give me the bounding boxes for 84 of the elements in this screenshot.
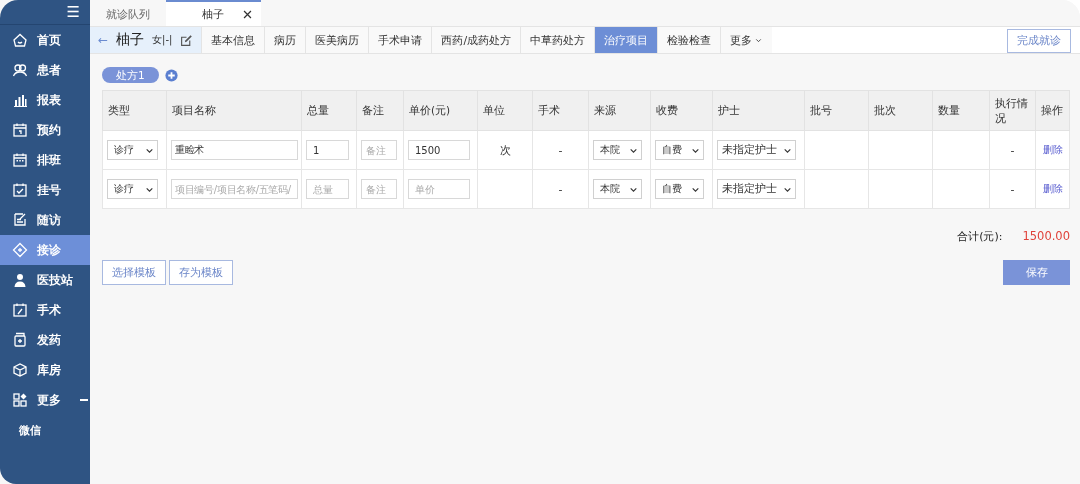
edit-icon: [180, 33, 194, 47]
sidebar-item[interactable]: 挂号: [0, 175, 90, 205]
box-icon: [12, 362, 28, 378]
input-field[interactable]: 单价: [408, 179, 470, 199]
calendar-grid-icon: [12, 152, 28, 168]
sidebar-item[interactable]: 库房: [0, 355, 90, 385]
sidebar-item[interactable]: 预约: [0, 115, 90, 145]
sidebar-item[interactable]: 患者: [0, 55, 90, 85]
dropdown[interactable]: 本院: [593, 140, 642, 160]
tab[interactable]: 中草药处方: [520, 27, 595, 53]
medicine-box-icon: [12, 332, 28, 348]
total-value: 1500.00: [1022, 229, 1070, 243]
tab[interactable]: 基本信息: [201, 27, 265, 53]
sidebar-item[interactable]: 医技站: [0, 265, 90, 295]
delete-link[interactable]: 删除: [1042, 183, 1063, 194]
column-header: 收费: [650, 90, 713, 131]
total-label: 合计(元):: [957, 228, 1003, 244]
column-header: 总量: [301, 90, 357, 131]
table-cell: -: [558, 143, 563, 157]
dropdown[interactable]: 自费: [655, 140, 704, 160]
column-header: 批次: [868, 90, 933, 131]
add-icon[interactable]: [164, 68, 178, 82]
finish-button[interactable]: 完成就诊: [1007, 28, 1071, 53]
dropdown[interactable]: 未指定护士: [717, 179, 796, 199]
tab[interactable]: 更多: [720, 27, 773, 53]
dropdown[interactable]: 本院: [593, 179, 642, 199]
calendar-edit-icon: [12, 302, 28, 318]
calendar-icon: [12, 122, 28, 138]
column-header: 单价(元): [403, 90, 478, 131]
tab[interactable]: 就诊队列: [90, 2, 166, 26]
table-cell: -: [558, 182, 563, 196]
sidebar-item[interactable]: 发药: [0, 325, 90, 355]
grid-icon: [12, 392, 28, 408]
input-field[interactable]: 1: [306, 140, 349, 160]
people-icon: [12, 62, 28, 78]
column-header: 执行情况: [989, 90, 1036, 131]
dropdown[interactable]: 自费: [655, 179, 704, 199]
column-header: 数量: [932, 90, 990, 131]
menu-icon[interactable]: ☰: [66, 4, 80, 20]
table-cell: -: [1010, 143, 1015, 157]
column-header: 来源: [588, 90, 651, 131]
input-field[interactable]: 重睑术: [171, 140, 298, 160]
dropdown[interactable]: 未指定护士: [717, 140, 796, 160]
doctor-icon: [12, 272, 28, 288]
notepad-icon: [12, 212, 28, 228]
column-header: 单位: [477, 90, 533, 131]
dropdown[interactable]: 诊疗: [107, 179, 158, 199]
delete-link[interactable]: 删除: [1042, 144, 1063, 155]
tab[interactable]: 西药/成药处方: [431, 27, 521, 53]
sidebar-item[interactable]: 报表: [0, 85, 90, 115]
column-header: 手术: [532, 90, 589, 131]
tab[interactable]: 病历: [264, 27, 306, 53]
input-field[interactable]: 总量: [306, 179, 349, 199]
patient-name: 柚子: [116, 31, 145, 49]
tab[interactable]: 医美病历: [305, 27, 369, 53]
input-field[interactable]: 1500: [408, 140, 470, 160]
sidebar-item[interactable]: 更多: [0, 385, 90, 415]
column-header: 批号: [804, 90, 869, 131]
input-field[interactable]: 备注: [361, 140, 397, 160]
input-field[interactable]: 备注: [361, 179, 397, 199]
diamond-plus-icon: [12, 242, 28, 258]
tab[interactable]: 检验检查: [657, 27, 721, 53]
column-header: 类型: [102, 90, 167, 131]
column-header: 操作: [1035, 90, 1070, 131]
column-header: 备注: [356, 90, 404, 131]
table-cell: -: [1010, 182, 1015, 196]
patient-info: 女|-|: [152, 33, 173, 47]
tab[interactable]: 柚子: [166, 0, 261, 26]
column-header: 项目名称: [166, 90, 302, 131]
bar-chart-icon: [12, 92, 28, 108]
table-cell: 次: [499, 143, 511, 157]
calendar-check-icon: [12, 182, 28, 198]
template-button[interactable]: 选择模板: [102, 260, 166, 285]
sidebar-subitem[interactable]: 微信: [0, 415, 90, 445]
house-icon: [12, 32, 28, 48]
template-button[interactable]: 存为模板: [169, 260, 233, 285]
sidebar-item[interactable]: 首页: [0, 25, 90, 55]
dropdown[interactable]: 诊疗: [107, 140, 158, 160]
sidebar-item[interactable]: 手术: [0, 295, 90, 325]
sidebar-item[interactable]: 排班: [0, 145, 90, 175]
tab[interactable]: 手术申请: [368, 27, 432, 53]
input-field[interactable]: 项目编号/项目名称/五笔码/: [171, 179, 298, 199]
column-header: 护士: [712, 90, 805, 131]
sidebar-item[interactable]: 随访: [0, 205, 90, 235]
